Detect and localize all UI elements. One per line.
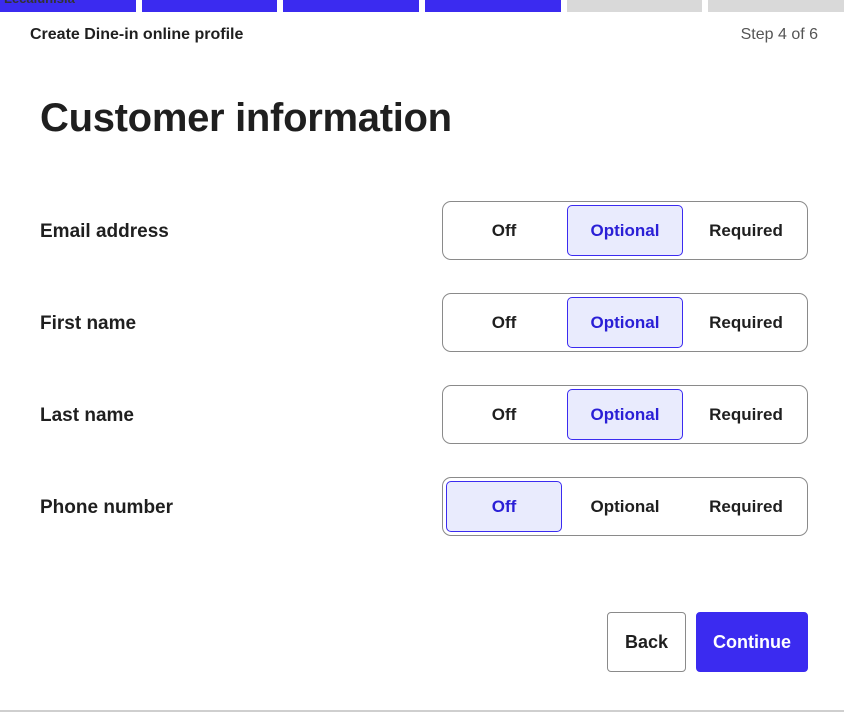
- option-required[interactable]: Required: [688, 481, 804, 532]
- email-requirement-toggle: Off Optional Required: [442, 201, 808, 260]
- phone-requirement-toggle: Off Optional Required: [442, 477, 808, 536]
- option-required[interactable]: Required: [688, 389, 804, 440]
- field-label: Email address: [40, 221, 169, 242]
- progress-step-2: [141, 0, 278, 12]
- page-title: Customer information: [40, 96, 452, 140]
- option-required[interactable]: Required: [688, 297, 804, 348]
- progress-step-1: [0, 0, 136, 12]
- wizard-header: Create Dine-in online profile Step 4 of …: [30, 24, 818, 46]
- option-optional[interactable]: Optional: [567, 205, 683, 256]
- back-button[interactable]: Back: [607, 612, 686, 672]
- option-required[interactable]: Required: [688, 205, 804, 256]
- option-optional[interactable]: Optional: [567, 389, 683, 440]
- option-off[interactable]: Off: [446, 297, 562, 348]
- wizard-title: Create Dine-in online profile: [30, 26, 244, 43]
- field-row-last-name: Last name Off Optional Required: [40, 385, 808, 447]
- wizard-actions: Back Continue: [607, 612, 808, 672]
- progress-step-4: [425, 0, 561, 12]
- progress-step-3: [283, 0, 420, 12]
- field-label: Phone number: [40, 497, 174, 518]
- progress-step-5: [566, 0, 703, 12]
- first-name-requirement-toggle: Off Optional Required: [442, 293, 808, 352]
- step-indicator: Step 4 of 6: [740, 26, 818, 43]
- option-off[interactable]: Off: [446, 205, 562, 256]
- option-off[interactable]: Off: [446, 481, 562, 532]
- field-row-email: Email address Off Optional Required: [40, 201, 808, 263]
- option-off[interactable]: Off: [446, 389, 562, 440]
- wizard-dialog: Lecalunisia Create Dine-in online profil…: [0, 0, 844, 712]
- field-label: Last name: [40, 405, 134, 426]
- field-row-first-name: First name Off Optional Required: [40, 293, 808, 355]
- option-optional[interactable]: Optional: [567, 297, 683, 348]
- field-label: First name: [40, 313, 137, 334]
- option-optional[interactable]: Optional: [567, 481, 683, 532]
- field-row-phone: Phone number Off Optional Required: [40, 477, 808, 539]
- continue-button[interactable]: Continue: [696, 612, 808, 672]
- progress-step-6: [708, 0, 844, 12]
- step-progress-bar: Lecalunisia: [0, 0, 844, 12]
- last-name-requirement-toggle: Off Optional Required: [442, 385, 808, 444]
- customer-fields: Email address Off Optional Required Firs…: [40, 201, 808, 569]
